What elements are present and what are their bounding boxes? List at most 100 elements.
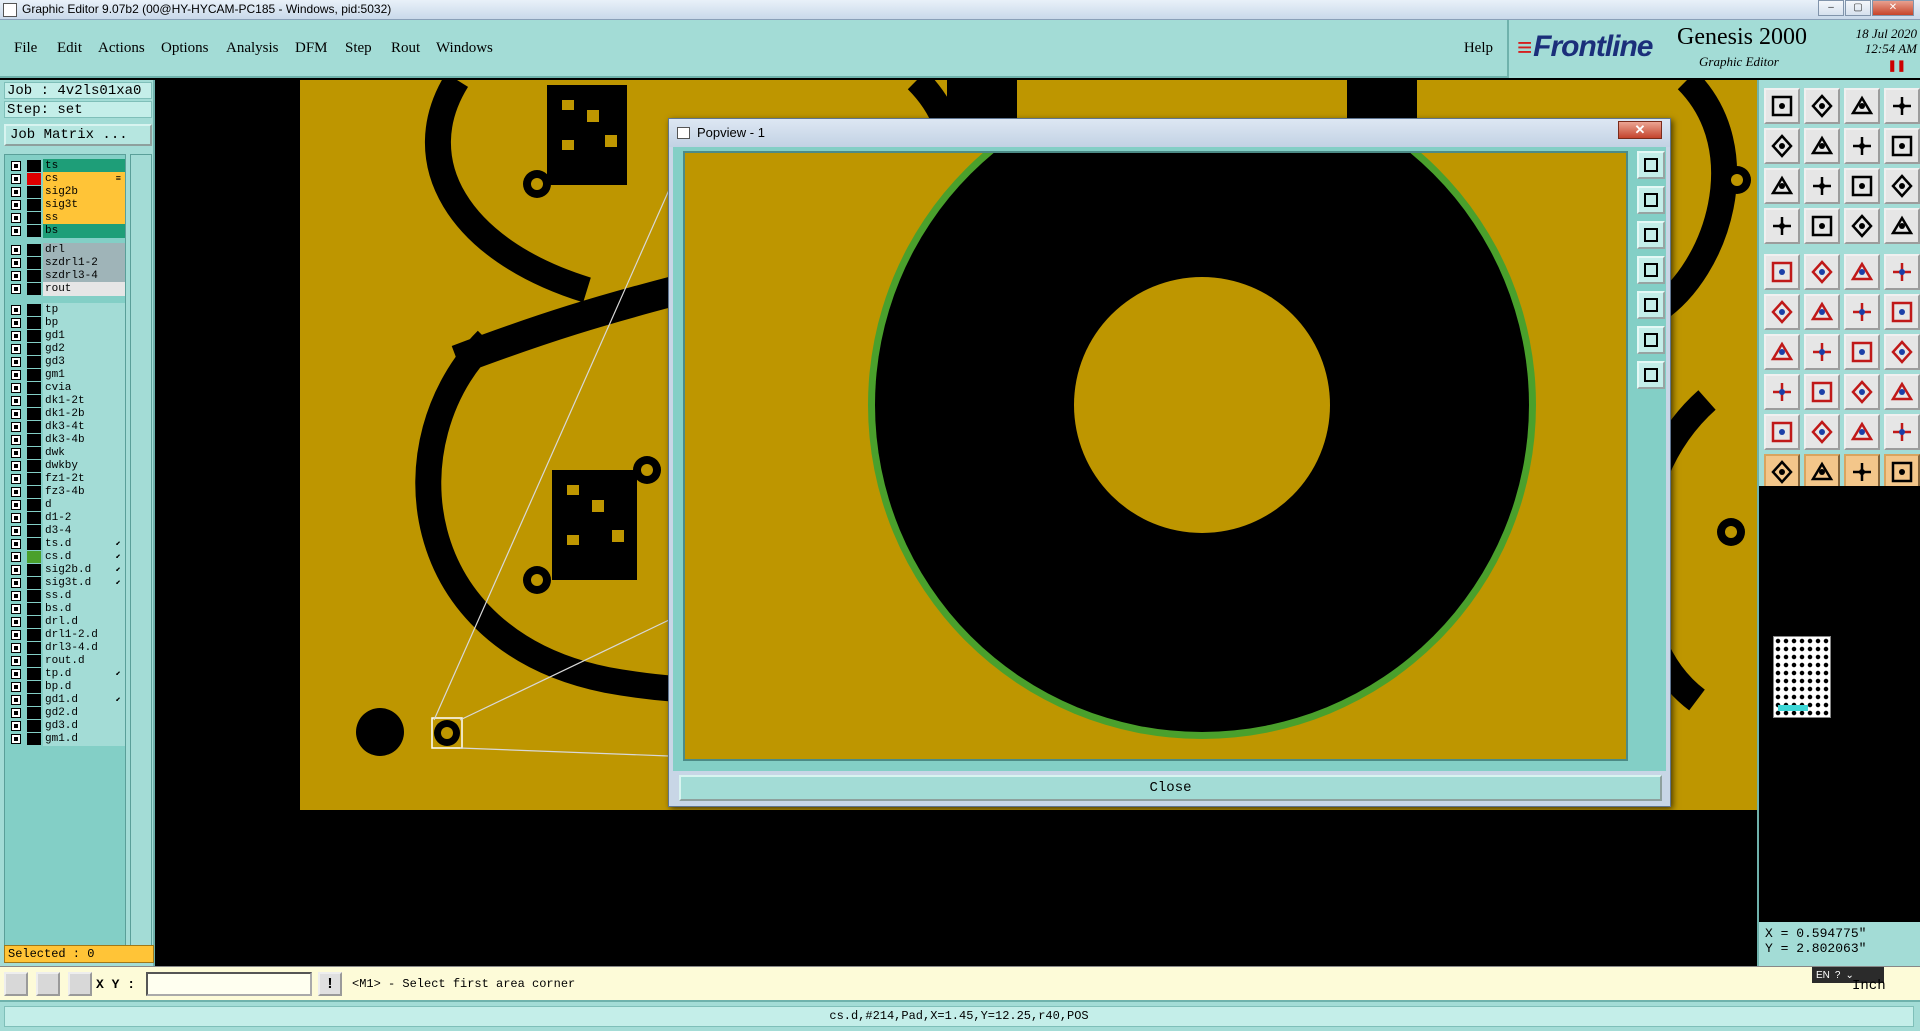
layer-name[interactable]: d1-2 — [43, 511, 125, 525]
layer-color-swatch[interactable] — [27, 225, 41, 237]
layer-checkbox[interactable] — [11, 174, 21, 184]
layer-checkbox[interactable] — [11, 526, 21, 536]
layer-color-swatch[interactable] — [27, 173, 41, 185]
layer-checkbox[interactable] — [11, 487, 21, 497]
pan-right-tool[interactable] — [1637, 291, 1665, 319]
panel-overview-map[interactable] — [1773, 636, 1831, 718]
layer-name[interactable]: tp — [43, 303, 125, 317]
layer-name[interactable]: gd3.d — [43, 719, 125, 733]
layer-row[interactable]: d — [7, 498, 125, 512]
menu-windows[interactable]: Windows — [436, 40, 493, 57]
layer-row[interactable]: fz1-2t — [7, 472, 125, 486]
layer-row[interactable]: rout.d — [7, 654, 125, 668]
layer-row[interactable]: bp.d — [7, 680, 125, 694]
menu-edit[interactable]: Edit — [57, 40, 82, 57]
layer-color-swatch[interactable] — [27, 538, 41, 550]
job-matrix-button[interactable]: Job Matrix ... — [4, 124, 152, 146]
layer-checkbox[interactable] — [11, 669, 21, 679]
layer-color-swatch[interactable] — [27, 317, 41, 329]
layer-name[interactable]: dk1-2b — [43, 407, 125, 421]
layer-checkbox[interactable] — [11, 213, 21, 223]
layer-list-scrollbar[interactable] — [130, 154, 152, 954]
layer-row[interactable]: bp — [7, 316, 125, 330]
layer-checkbox[interactable] — [11, 370, 21, 380]
layer-name[interactable]: cs.d ⬋ — [43, 550, 125, 564]
layer-row[interactable]: gd1 — [7, 329, 125, 343]
menu-step[interactable]: Step — [345, 40, 372, 57]
popview-canvas[interactable] — [683, 151, 1628, 761]
layer-color-swatch[interactable] — [27, 499, 41, 511]
layer-color-swatch[interactable] — [27, 270, 41, 282]
zoom-home-tool[interactable] — [1637, 326, 1665, 354]
layer-name[interactable]: gd3 — [43, 355, 125, 369]
layer-row[interactable]: cs.d ⬋ — [7, 550, 125, 564]
layer-name[interactable]: tp.d ⬋ — [43, 667, 125, 681]
layer-row[interactable]: szdrl3-4 — [7, 269, 125, 283]
layer-name[interactable]: drl3-4.d — [43, 641, 125, 655]
layer-name[interactable]: dk3-4b — [43, 433, 125, 447]
layer-color-swatch[interactable] — [27, 460, 41, 472]
menu-file[interactable]: File — [14, 40, 37, 57]
layer-checkbox[interactable] — [11, 552, 21, 562]
layer-checkbox[interactable] — [11, 226, 21, 236]
polygon-tool[interactable] — [1884, 414, 1920, 450]
layout-tool[interactable] — [1884, 88, 1920, 124]
layer-color-swatch[interactable] — [27, 681, 41, 693]
layer-checkbox[interactable] — [11, 284, 21, 294]
move-tool[interactable] — [1764, 294, 1800, 330]
layer-row[interactable]: dk1-2t — [7, 394, 125, 408]
pointer-tool[interactable] — [1764, 454, 1800, 490]
layer-name[interactable]: dwk — [43, 446, 125, 460]
layer-name[interactable]: gm1.d — [43, 732, 125, 746]
menu-help[interactable]: Help — [1464, 40, 1493, 57]
layer-name[interactable]: cs ≡ — [43, 172, 125, 186]
zoom-home-tool[interactable] — [1764, 168, 1800, 204]
layer-name[interactable]: gd2.d — [43, 706, 125, 720]
select-pointer-tool[interactable] — [1804, 454, 1840, 490]
layer-name[interactable]: dk3-4t — [43, 420, 125, 434]
layer-checkbox[interactable] — [11, 643, 21, 653]
popview-close-button[interactable]: Close — [679, 775, 1662, 801]
angle-tool[interactable] — [1764, 334, 1800, 370]
layer-color-swatch[interactable] — [27, 603, 41, 615]
layer-name[interactable]: gd2 — [43, 342, 125, 356]
layer-checkbox[interactable] — [11, 409, 21, 419]
minus-tool[interactable] — [1804, 374, 1840, 410]
layer-checkbox[interactable] — [11, 539, 21, 549]
xy-input[interactable] — [146, 972, 312, 996]
layer-checkbox[interactable] — [11, 617, 21, 627]
layer-name[interactable]: sig2b — [43, 185, 125, 199]
layer-name[interactable]: drl1-2.d — [43, 628, 125, 642]
layer-color-swatch[interactable] — [27, 525, 41, 537]
minimize-button[interactable]: – — [1818, 0, 1844, 16]
layer-color-swatch[interactable] — [27, 590, 41, 602]
layer-name[interactable]: drl — [43, 243, 125, 257]
text-tool[interactable] — [1804, 414, 1840, 450]
layer-row[interactable]: gd1.d ⬋ — [7, 693, 125, 707]
layer-checkbox[interactable] — [11, 245, 21, 255]
grid-tool[interactable] — [1804, 208, 1840, 244]
center-tool[interactable] — [1637, 361, 1665, 389]
layer-color-swatch[interactable] — [27, 257, 41, 269]
layer-row[interactable]: bs — [7, 224, 125, 238]
scale-1-2-tool[interactable] — [1844, 168, 1880, 204]
layer-color-swatch[interactable] — [27, 408, 41, 420]
layer-color-swatch[interactable] — [27, 382, 41, 394]
layer-name[interactable]: dwkby — [43, 459, 125, 473]
layer-color-swatch[interactable] — [27, 186, 41, 198]
pan-left-tool[interactable] — [1637, 256, 1665, 284]
layer-row[interactable]: d1-2 — [7, 511, 125, 525]
layer-color-swatch[interactable] — [27, 668, 41, 680]
align-tool[interactable] — [1844, 374, 1880, 410]
layer-row[interactable]: d3-4 — [7, 524, 125, 538]
layer-checkbox[interactable] — [11, 656, 21, 666]
open-step-tool[interactable] — [1764, 88, 1800, 124]
layer-row[interactable]: bs.d — [7, 602, 125, 616]
layer-checkbox[interactable] — [11, 565, 21, 575]
pattern-tool[interactable] — [1884, 374, 1920, 410]
layer-row[interactable]: tp.d ⬋ — [7, 667, 125, 681]
layer-checkbox[interactable] — [11, 474, 21, 484]
layer-checkbox[interactable] — [11, 513, 21, 523]
layer-color-swatch[interactable] — [27, 160, 41, 172]
layer-checkbox[interactable] — [11, 344, 21, 354]
